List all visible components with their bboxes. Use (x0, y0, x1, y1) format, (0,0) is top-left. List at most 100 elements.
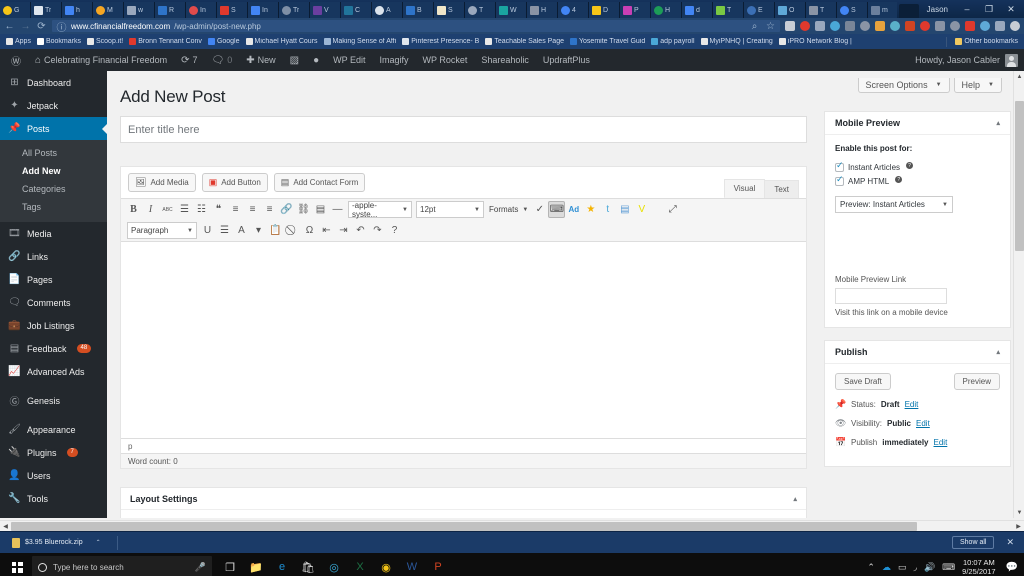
help-button[interactable]: Help ▼ (953, 78, 1002, 93)
browser-tab[interactable]: S (837, 2, 868, 18)
close-download-bar-icon[interactable]: ✕ (1002, 537, 1018, 548)
text-color-icon[interactable]: A (233, 222, 250, 239)
sidebar-item-tools[interactable]: 🔧 Tools (0, 487, 107, 510)
adminbar-plugin-3[interactable]: Shareaholic (474, 49, 536, 71)
bookmark-item-7[interactable]: Pinterest Presence- B (399, 38, 482, 45)
star-icon[interactable]: ★ (582, 201, 599, 218)
onedrive-icon[interactable]: ☁ (882, 562, 891, 573)
browser-tab[interactable]: d (682, 2, 713, 18)
store-icon[interactable]: 🛍 (295, 553, 321, 576)
sidebar-subitem-tags[interactable]: Tags (0, 198, 107, 216)
adminbar-plugin-0[interactable]: WP Edit (326, 49, 372, 71)
browser-tab[interactable]: M (93, 2, 124, 18)
post-title-input[interactable]: Enter title here (120, 116, 807, 143)
mail-ext[interactable] (965, 21, 975, 31)
font-family-select[interactable]: -apple-syste... ▼ (348, 201, 412, 219)
sidebar-item-media[interactable]: 🎞 Media (0, 222, 107, 245)
browser-tab[interactable]: S (434, 2, 465, 18)
strikethrough-icon[interactable]: ABC (159, 201, 176, 218)
f-ext[interactable] (875, 21, 885, 31)
browser-tab[interactable]: In (186, 2, 217, 18)
g-plus-ext[interactable] (905, 21, 915, 31)
scroll-down-arrow-icon[interactable]: ▼ (1014, 507, 1024, 518)
browser-tab[interactable]: Tr (31, 2, 62, 18)
bookmark-item-3[interactable]: Bronn Tennant Conv (126, 38, 205, 45)
file-explorer-icon[interactable]: 📁 (243, 553, 269, 576)
browser-tab[interactable]: B (403, 2, 434, 18)
formats-menu[interactable]: Formats ▼ (486, 205, 531, 214)
bookmark-item-6[interactable]: Making Sense of Affi (321, 38, 400, 45)
chevron-up-icon[interactable]: ⌃ (96, 539, 101, 546)
updates-menu[interactable]: ⟳ 7 (174, 49, 204, 71)
zoom-icon[interactable]: ⌕ (749, 21, 760, 32)
browser-tab[interactable]: Tr (279, 2, 310, 18)
indent-icon[interactable]: ⇥ (335, 222, 352, 239)
bookmark-item-2[interactable]: Scoop.it! (84, 38, 126, 45)
sidebar-item-pages[interactable]: 📄 Pages (0, 268, 107, 291)
show-hidden-icons-icon[interactable]: ⌃ (867, 562, 875, 573)
wifi-icon[interactable]: ◞ (913, 562, 917, 573)
add-contact-form-button[interactable]: ▤ Add Contact Form (273, 173, 366, 192)
browser-tab[interactable]: V (310, 2, 341, 18)
bookmark-item-8[interactable]: Teachable Sales Page (482, 38, 567, 45)
undo-icon[interactable]: ↶ (352, 222, 369, 239)
word-icon[interactable]: W (399, 553, 425, 576)
browser-tab[interactable]: C (341, 2, 372, 18)
adminbar-plugin-1[interactable]: Imagify (372, 49, 415, 71)
help-icon[interactable]: ? (895, 176, 903, 183)
search-input[interactable]: Type here to search 🎤 (32, 556, 212, 576)
browser-tab[interactable]: T (465, 2, 496, 18)
sidebar-item-links[interactable]: 🔗 Links (0, 245, 107, 268)
reload-icon[interactable]: ⟳ (36, 21, 47, 32)
special-character-icon[interactable]: Ω (301, 222, 318, 239)
add-button-button[interactable]: ▣ Add Button (201, 173, 268, 192)
spellcheck-icon[interactable]: ✓ (531, 201, 548, 218)
edge-icon[interactable]: e (269, 553, 295, 576)
moon-ext[interactable] (890, 21, 900, 31)
browser-tab[interactable]: H (651, 2, 682, 18)
underline-icon[interactable]: U (199, 222, 216, 239)
save-draft-button[interactable]: Save Draft (835, 373, 891, 390)
download-item[interactable]: $3.95 Bluerock.zip ⌃ (6, 537, 107, 548)
bullet-list-icon[interactable]: ☰ (176, 201, 193, 218)
browser-tab[interactable]: E (744, 2, 775, 18)
volume-icon[interactable]: 🔊 (924, 562, 935, 573)
powerpoint-icon[interactable]: P (425, 553, 451, 576)
cortana-icon[interactable]: ◎ (321, 553, 347, 576)
gear-ext[interactable] (950, 21, 960, 31)
align-right-icon[interactable]: ≡ (261, 201, 278, 218)
wp-logo-menu[interactable]: Ⓦ (4, 49, 28, 71)
maximize-button[interactable]: ❐ (978, 0, 1000, 18)
sidebar-subitem-categories[interactable]: Categories (0, 180, 107, 198)
amp-html-checkbox[interactable] (835, 175, 844, 186)
keyboard-layout-icon[interactable]: ⌨ (942, 562, 955, 573)
browser-tab[interactable]: 4 (558, 2, 589, 18)
browser-tab[interactable]: T (806, 2, 837, 18)
preview-button[interactable]: Preview (953, 373, 1000, 390)
comments-menu[interactable]: 🗨 0 (205, 49, 240, 71)
tab-text[interactable]: Text (764, 180, 799, 198)
adobe-ext[interactable] (800, 21, 810, 31)
bookmark-other-bookmarks[interactable]: Other bookmarks (952, 38, 1021, 45)
chrome-icon[interactable]: ◉ (373, 553, 399, 576)
search-ext[interactable] (845, 21, 855, 31)
browser-tab[interactable]: h (62, 2, 93, 18)
sidebar-item-feedback[interactable]: ▤ Feedback 48 (0, 337, 107, 360)
paragraph-format-select[interactable]: Paragraph ▼ (127, 222, 197, 239)
bookmark-item-9[interactable]: Yosemite Travel Guid (567, 38, 648, 45)
outdent-icon[interactable]: ⇤ (318, 222, 335, 239)
grid-ext[interactable] (935, 21, 945, 31)
battery-icon[interactable]: ▭ (898, 562, 907, 573)
bold-icon[interactable]: B (125, 201, 142, 218)
visibility-edit-link[interactable]: Edit (916, 419, 930, 428)
italic-icon[interactable]: I (142, 201, 159, 218)
read-more-icon[interactable]: ▤ (312, 201, 329, 218)
schedule-edit-link[interactable]: Edit (934, 438, 948, 447)
sidebar-item-appearance[interactable]: 🖌 Appearance (0, 418, 107, 441)
screen-options-button[interactable]: Screen Options ▼ (857, 78, 950, 93)
minimize-button[interactable]: – (956, 0, 978, 18)
page-horizontal-scrollbar[interactable]: ◀ ▶ (0, 520, 1024, 531)
books-ext[interactable] (785, 21, 795, 31)
bookmark-item-4[interactable]: Google (205, 38, 243, 45)
instant-articles-checkbox[interactable] (835, 161, 844, 172)
